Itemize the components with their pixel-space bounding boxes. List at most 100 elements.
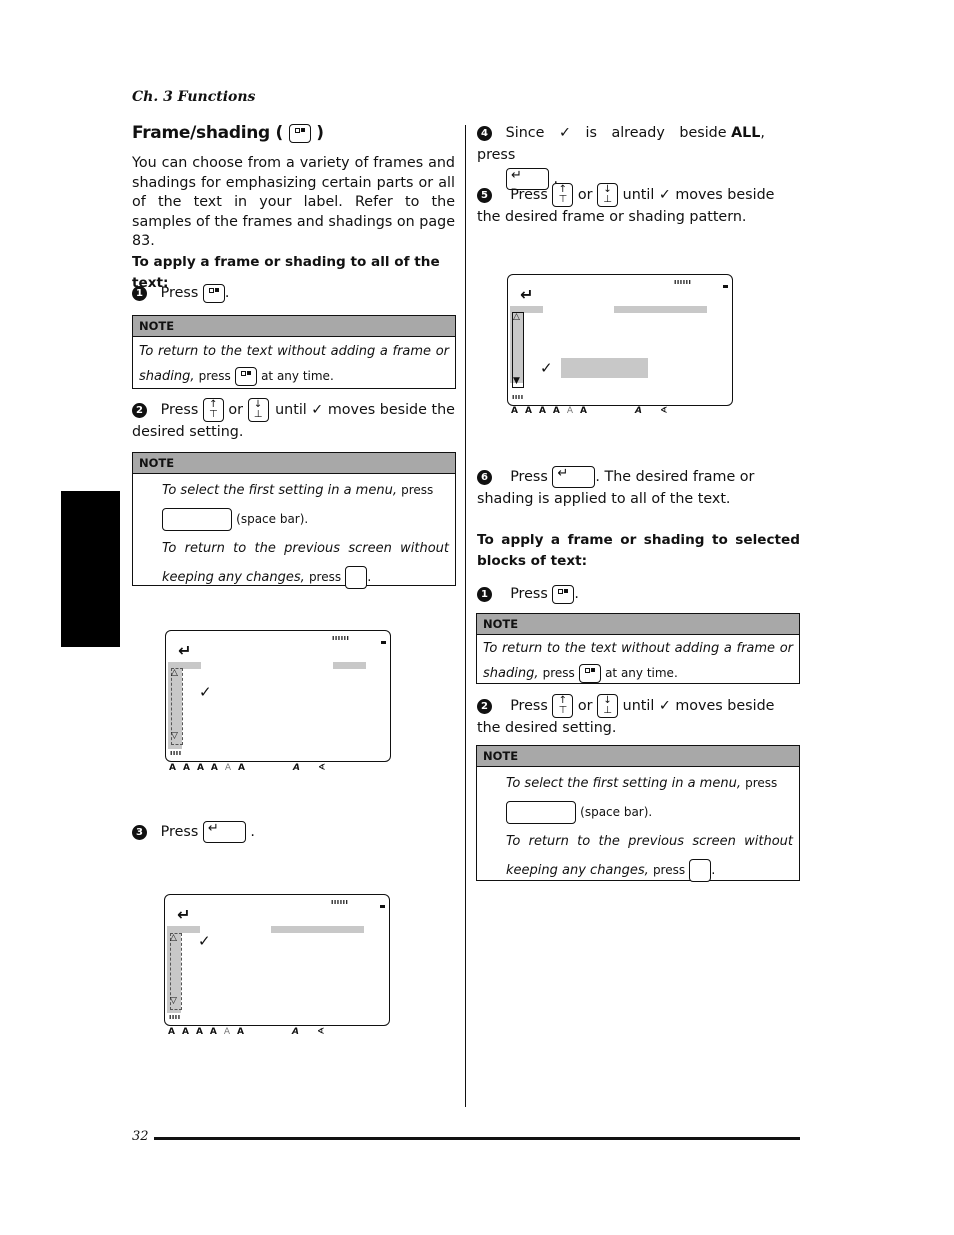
- step-text-end: .: [224, 285, 230, 301]
- lcd-screen: ıııııı ↵ △ ▽ ✓ ıııı: [165, 630, 391, 762]
- note-label: NOTE: [133, 316, 455, 337]
- frame-shading-key-icon: [202, 283, 225, 303]
- indicator: A: [635, 406, 642, 416]
- note-press: press: [401, 483, 434, 497]
- indicator: A: [210, 763, 218, 773]
- note-end: at any time.: [261, 369, 334, 383]
- up-arrow-key-icon: ↑ ⊤: [552, 694, 574, 718]
- ticks-top: ıııııı: [331, 898, 349, 906]
- step-text: Press: [160, 285, 199, 301]
- indicator: A: [237, 1027, 245, 1037]
- blocks-heading: To apply a frame or shading to selected …: [477, 532, 800, 569]
- note-label: NOTE: [477, 746, 799, 767]
- scroll-down-icon: ▽: [170, 996, 177, 1006]
- indicator: A: [209, 1027, 217, 1037]
- battery-icon: [380, 905, 385, 908]
- scroll-up-icon: △: [513, 312, 520, 322]
- selected-pattern-highlight: [561, 358, 648, 378]
- note-box: NOTE To return to the text without addin…: [476, 613, 800, 684]
- frame-shading-key-icon: [552, 584, 575, 604]
- ticks-top: ıııııı: [674, 278, 692, 286]
- space-bar-key-icon: [162, 508, 232, 531]
- note-box: NOTE To select the first setting in a me…: [132, 452, 456, 589]
- check-icon: ✓: [198, 932, 211, 950]
- step-number: 1: [477, 587, 492, 602]
- blocks-step-2: 2 Press ↑ ⊤ or ↓ ⊥ until ✓ moves beside th…: [477, 694, 800, 740]
- step-text-end: .: [250, 824, 255, 840]
- note-body: To return to the text without adding a f…: [477, 635, 799, 688]
- scroll-down-icon: ▽: [171, 731, 178, 741]
- indicator: A: [566, 406, 574, 416]
- step-or: or: [228, 402, 243, 418]
- enter-icon: ↵: [520, 285, 534, 304]
- ticks-bottom: ıııı: [170, 749, 182, 757]
- chapter-tab-marker: [61, 491, 120, 647]
- note-box: NOTE To return to the text without addin…: [132, 315, 456, 389]
- indicator: A: [195, 1027, 203, 1037]
- scroll-up-icon: △: [171, 668, 178, 678]
- enter-key-icon: ↵: [552, 466, 596, 488]
- all-step-5: 5 Press ↑ ⊤ or ↓ ⊥ until ✓ moves beside th…: [477, 183, 800, 229]
- down-arrow-key-icon: ↓ ⊥: [597, 694, 619, 718]
- lcd-indicator-row: A A A A A A A ∢: [511, 406, 675, 416]
- highlight-bar: [333, 662, 366, 669]
- indicator: ∢: [316, 1027, 325, 1037]
- enter-icon: ↵: [177, 905, 191, 924]
- lcd-indicator-row: A A A A A A A ∢: [169, 763, 333, 773]
- highlight-bar: [271, 926, 364, 933]
- all-step-4: 4 Since ✓ is already beside ALL, press ↵…: [477, 123, 800, 191]
- note-press: press: [198, 369, 231, 383]
- indicator: A: [181, 1027, 189, 1037]
- indicator: ∢: [317, 763, 326, 773]
- frame-shading-key-icon: [234, 367, 257, 386]
- indicator: A: [511, 406, 518, 416]
- frame-shading-key-icon: [288, 123, 311, 143]
- ticks-bottom: ıııı: [169, 1013, 181, 1021]
- indicator: A: [224, 763, 232, 773]
- note-label: NOTE: [477, 614, 799, 635]
- note-press: press: [542, 666, 575, 680]
- indicator: A: [169, 763, 176, 773]
- highlight-bar: [614, 306, 707, 313]
- ticks-top: ıııııı: [332, 634, 350, 642]
- step-text-end: .: [574, 586, 579, 602]
- lcd-screen: ıııııı ↵ △ ▽ ✓ ıııı: [164, 894, 390, 1026]
- section-title-close: ): [316, 123, 324, 143]
- note-label: NOTE: [133, 453, 455, 474]
- frame-shading-key-icon: [578, 664, 601, 683]
- down-arrow-key-icon: ↓ ⊥: [247, 398, 269, 422]
- scroll-down-icon: ▼: [513, 376, 520, 386]
- step-number: 6: [477, 470, 492, 485]
- indicator: A: [524, 406, 532, 416]
- lcd-indicator-row: A A A A A A A ∢: [168, 1027, 332, 1037]
- column-divider: [465, 125, 466, 1107]
- space-bar-key-icon: [506, 801, 576, 824]
- indicator: ∢: [659, 406, 668, 416]
- lcd-screen: ıııııı ↵ △ ▼ ✓ ıııı: [507, 274, 733, 406]
- indicator: A: [182, 763, 190, 773]
- all-step-2: 2 Press ↑ ⊤ or ↓ ⊥ until ✓ moves beside th…: [132, 398, 455, 444]
- chapter-header: Ch. 3 Functions: [132, 89, 256, 105]
- blocks-step-1: 1 Press .: [477, 584, 579, 606]
- note-press: press: [745, 776, 778, 790]
- step-number: 3: [132, 825, 147, 840]
- note-end: at any time.: [605, 666, 678, 680]
- step-text: Press: [510, 469, 548, 485]
- step-bold: ALL: [731, 125, 761, 141]
- all-step-3: 3 Press ↵ .: [132, 821, 255, 844]
- note-text: (space bar).: [236, 512, 309, 526]
- indicator: A: [580, 406, 588, 416]
- step-text: Press: [510, 698, 548, 714]
- note-body: To select the first setting in a menu, p…: [477, 767, 799, 887]
- step-text: Press: [160, 402, 199, 418]
- step-number: 1: [132, 286, 147, 301]
- note-text: To select the first setting in a menu,: [162, 483, 397, 498]
- step-or: or: [577, 698, 593, 714]
- note-text: To select the first setting in a menu,: [506, 776, 741, 791]
- note-press: press: [308, 570, 342, 584]
- step-or: or: [577, 187, 593, 203]
- up-arrow-key-icon: ↑ ⊤: [202, 398, 224, 422]
- indicator: A: [168, 1027, 175, 1037]
- step-text: Since ✓ is already beside: [505, 125, 727, 141]
- note-text: To return to the previous screen without…: [162, 541, 449, 585]
